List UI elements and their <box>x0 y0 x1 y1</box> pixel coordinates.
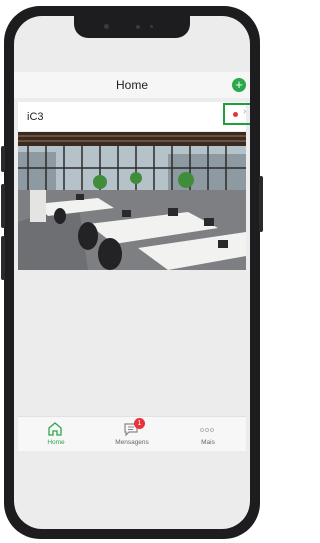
home-icon <box>48 422 62 436</box>
tab-label: Mensagens <box>115 439 149 446</box>
phone-power-button <box>259 176 263 232</box>
device-name: iC3 <box>27 111 44 123</box>
sensor-icon <box>136 25 140 29</box>
record-dot-icon <box>233 112 238 117</box>
camera-preview[interactable] <box>18 132 246 270</box>
phone-side-button <box>1 146 5 172</box>
add-device-button[interactable]: + <box>232 78 246 92</box>
bottom-tab-bar: Home 1 Mensagens Mais <box>18 416 246 451</box>
office-camera-image <box>18 132 246 270</box>
phone-volume-button <box>1 236 5 280</box>
phone-notch <box>74 16 190 38</box>
recording-status-indicator[interactable]: › <box>223 103 250 125</box>
tab-home[interactable]: Home <box>18 417 94 451</box>
front-camera-icon <box>104 24 109 29</box>
phone-volume-button <box>1 184 5 228</box>
page-title: Home <box>115 78 148 92</box>
unread-badge: 1 <box>134 418 145 429</box>
plus-icon: + <box>235 77 243 92</box>
more-dots-icon <box>200 428 214 432</box>
tab-messages[interactable]: 1 Mensagens <box>94 417 170 451</box>
app-screen: Home + iC3 › Home 1 Mensagens Mais <box>14 16 250 529</box>
chevron-right-icon: › <box>243 106 247 117</box>
sensor-icon <box>150 25 153 28</box>
phone-frame: Home + iC3 › Home 1 Mensagens Mais <box>1 6 263 539</box>
app-header: Home + <box>14 72 250 98</box>
tab-label: Mais <box>201 439 215 446</box>
device-row[interactable]: iC3 › <box>18 102 250 131</box>
tab-more[interactable]: Mais <box>170 417 246 451</box>
tab-label: Home <box>47 439 65 446</box>
